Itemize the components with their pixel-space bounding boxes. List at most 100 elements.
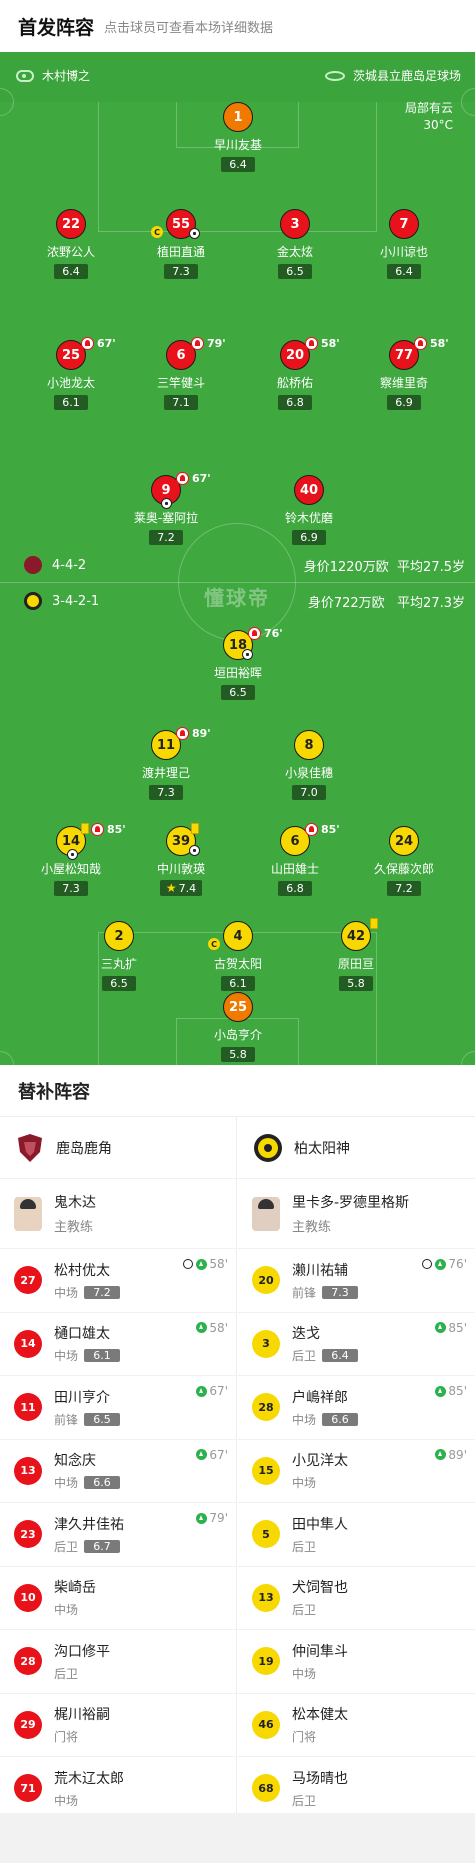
bench-player[interactable]: 27 松村优太 中场 7.2 58' — [0, 1249, 236, 1313]
bench-player-name: 仲间隼斗 — [292, 1643, 348, 1660]
sub-time: 85' — [107, 823, 126, 836]
player-name: 三竿健斗 — [156, 376, 205, 390]
sub-time: 67' — [192, 472, 211, 485]
player-home[interactable]: 3 金太炫 6.5 — [240, 209, 350, 279]
bench-player-name: 犬饲智也 — [292, 1580, 348, 1597]
player-home[interactable]: 22 浓野公人 6.4 — [16, 209, 126, 279]
bench-player[interactable]: 29 梶川裕嗣 门将 — [0, 1694, 236, 1757]
bench-player-number: 71 — [14, 1774, 42, 1803]
bench-player-name: 柴崎岳 — [54, 1580, 96, 1597]
player-name: 小池龙太 — [46, 376, 95, 390]
player-rating: 7.2 — [149, 530, 183, 545]
bench-player-position: 后卫 — [54, 1539, 79, 1554]
lineup-header: 首发阵容 点击球员可查看本场详细数据 — [0, 0, 475, 52]
player-rating: 5.8 — [339, 976, 373, 991]
home-bench-team[interactable]: 鹿岛鹿角 — [0, 1117, 236, 1179]
substituted-icon — [176, 727, 189, 740]
player-name: 小屋松知哉 — [40, 862, 101, 876]
player-name: 小川谅也 — [379, 245, 428, 259]
coach-role: 主教练 — [54, 1220, 94, 1235]
bench-player-name: 荒木辽太郎 — [54, 1770, 124, 1787]
player-home[interactable]: 6 79' 三竿健斗 7.1 — [126, 337, 236, 410]
bench-player[interactable]: 71 荒木辽太郎 中场 — [0, 1757, 236, 1821]
bench-player-position: 后卫 — [292, 1793, 317, 1808]
player-home[interactable]: 77 58' 察维里奇 6.9 — [349, 337, 459, 410]
bench-player-name: 迭戈 — [292, 1326, 320, 1343]
home-coach[interactable]: 鬼木达 主教练 — [0, 1179, 236, 1249]
player-home[interactable]: 55 C 植田直通 7.3 — [126, 209, 236, 279]
player-name: 察维里奇 — [379, 376, 428, 390]
player-away[interactable]: 14 85' 小屋松知哉 7.3 — [16, 823, 126, 896]
bench-player[interactable]: 10 柴崎岳 中场 — [0, 1567, 236, 1630]
bench-player[interactable]: 11 田川亨介 前锋 6.5 67' — [0, 1376, 236, 1440]
substituted-icon — [305, 337, 318, 350]
yellow-card-icon — [81, 823, 89, 834]
away-bench-team[interactable]: 柏太阳神 — [238, 1117, 475, 1179]
sub-time: 67' — [97, 337, 116, 350]
bench-player-rating: 7.3 — [322, 1285, 359, 1299]
player-home-gk[interactable]: 1 早川友基 6.4 — [183, 102, 293, 172]
bench-player[interactable]: 46 松本健太 门将 — [238, 1694, 475, 1757]
player-name: 原田亘 — [337, 957, 374, 971]
player-away[interactable]: 18 76' 垣田裕晖 6.5 — [183, 627, 293, 700]
away-team-logo-icon — [254, 1133, 282, 1162]
bench-player[interactable]: 19 仲间隼斗 中场 — [238, 1630, 475, 1694]
player-rating: 6.8 — [278, 395, 312, 410]
bench-player[interactable]: 14 樋口雄太 中场 6.1 58' — [0, 1313, 236, 1376]
bench-player-position: 中场 — [54, 1349, 79, 1364]
bench-player[interactable]: 3 迭戈 后卫 6.4 85' — [238, 1313, 475, 1376]
away-coach[interactable]: 里卡多-罗德里格斯 主教练 — [238, 1179, 475, 1249]
player-away[interactable]: 11 89' 渡井理己 7.3 — [111, 727, 221, 800]
player-name: 山田雄士 — [270, 862, 319, 876]
bench-player[interactable]: 28 户嶋祥郎 中场 6.6 85' — [238, 1376, 475, 1440]
player-away-gk[interactable]: 25 小岛亨介 5.8 — [183, 992, 293, 1062]
sub-in-time: 79' — [196, 1511, 228, 1525]
player-rating: 7.2 — [387, 881, 421, 896]
player-name: 渡井理己 — [141, 766, 190, 780]
bench-player[interactable]: 5 田中隼人 后卫 — [238, 1503, 475, 1567]
bench-player-number: 10 — [14, 1583, 42, 1612]
player-away[interactable]: 42 原田亘 5.8 — [301, 918, 411, 991]
player-away[interactable]: 6 85' 山田雄士 6.8 — [240, 823, 350, 896]
goal-ball-icon — [422, 1259, 433, 1269]
bench-player[interactable]: 23 津久井佳祐 后卫 6.7 79' — [0, 1503, 236, 1567]
player-home[interactable]: 7 小川谅也 6.4 — [349, 209, 459, 279]
player-home[interactable]: 20 58' 舩桥佑 6.8 — [240, 337, 350, 410]
player-home[interactable]: 40 铃木优磨 6.9 — [254, 475, 364, 545]
bench-player-number: 19 — [252, 1647, 280, 1676]
bench-player-position: 中场 — [292, 1412, 317, 1427]
player-away[interactable]: 8 小泉佳穗 7.0 — [254, 730, 364, 800]
sub-in-time: 58' — [196, 1321, 228, 1335]
bench-player[interactable]: 15 小见洋太 中场 89' — [238, 1440, 475, 1503]
goal-ball-icon — [189, 228, 200, 239]
bench-player[interactable]: 28 沟口修平 后卫 — [0, 1630, 236, 1694]
player-home[interactable]: 25 67' 小池龙太 6.1 — [16, 337, 126, 410]
player-away[interactable]: 2 三丸扩 6.5 — [64, 921, 174, 991]
player-rating: 6.5 — [221, 685, 255, 700]
bench-player-number: 15 — [252, 1456, 280, 1485]
corner-arc — [461, 1051, 475, 1065]
player-away[interactable]: 4 C 古贺太阳 6.1 — [183, 921, 293, 991]
bench-player-position: 门将 — [54, 1730, 79, 1745]
pitch: 木村博之 茨城县立鹿岛足球场 局部有云 30°C 懂球帝 4-4-2 身价122… — [0, 52, 475, 1065]
sub-in-icon — [196, 1385, 208, 1397]
bench-player-number: 28 — [252, 1393, 280, 1422]
player-number: 25 — [223, 992, 253, 1022]
referee-name: 木村博之 — [42, 69, 91, 83]
player-name: 中川敦瑛 — [156, 862, 205, 876]
away-team-summary: 3-4-2-1 身价722万欧 平均27.3岁 — [0, 592, 475, 611]
player-away[interactable]: 24 久保藤次郎 7.2 — [349, 826, 459, 896]
player-away[interactable]: 39 中川敦瑛 ★ 7.4 — [126, 823, 236, 896]
bench-player[interactable]: 20 濑川祐辅 前锋 7.3 76' — [238, 1249, 475, 1313]
bench-player-name: 樋口雄太 — [54, 1326, 110, 1343]
bench-player[interactable]: 68 马场晴也 后卫 — [238, 1757, 475, 1821]
player-name: 三丸扩 — [100, 957, 137, 971]
bottom-spacer — [0, 1813, 475, 1863]
bench-player[interactable]: 13 犬饲智也 后卫 — [238, 1567, 475, 1630]
bench-player-number: 20 — [252, 1266, 280, 1295]
sub-in-icon — [196, 1258, 208, 1270]
player-home[interactable]: 9 67' 莱奥-塞阿拉 7.2 — [111, 472, 221, 545]
player-number: 2 — [104, 921, 134, 951]
substituted-icon — [305, 823, 318, 836]
bench-player[interactable]: 13 知念庆 中场 6.6 67' — [0, 1440, 236, 1503]
